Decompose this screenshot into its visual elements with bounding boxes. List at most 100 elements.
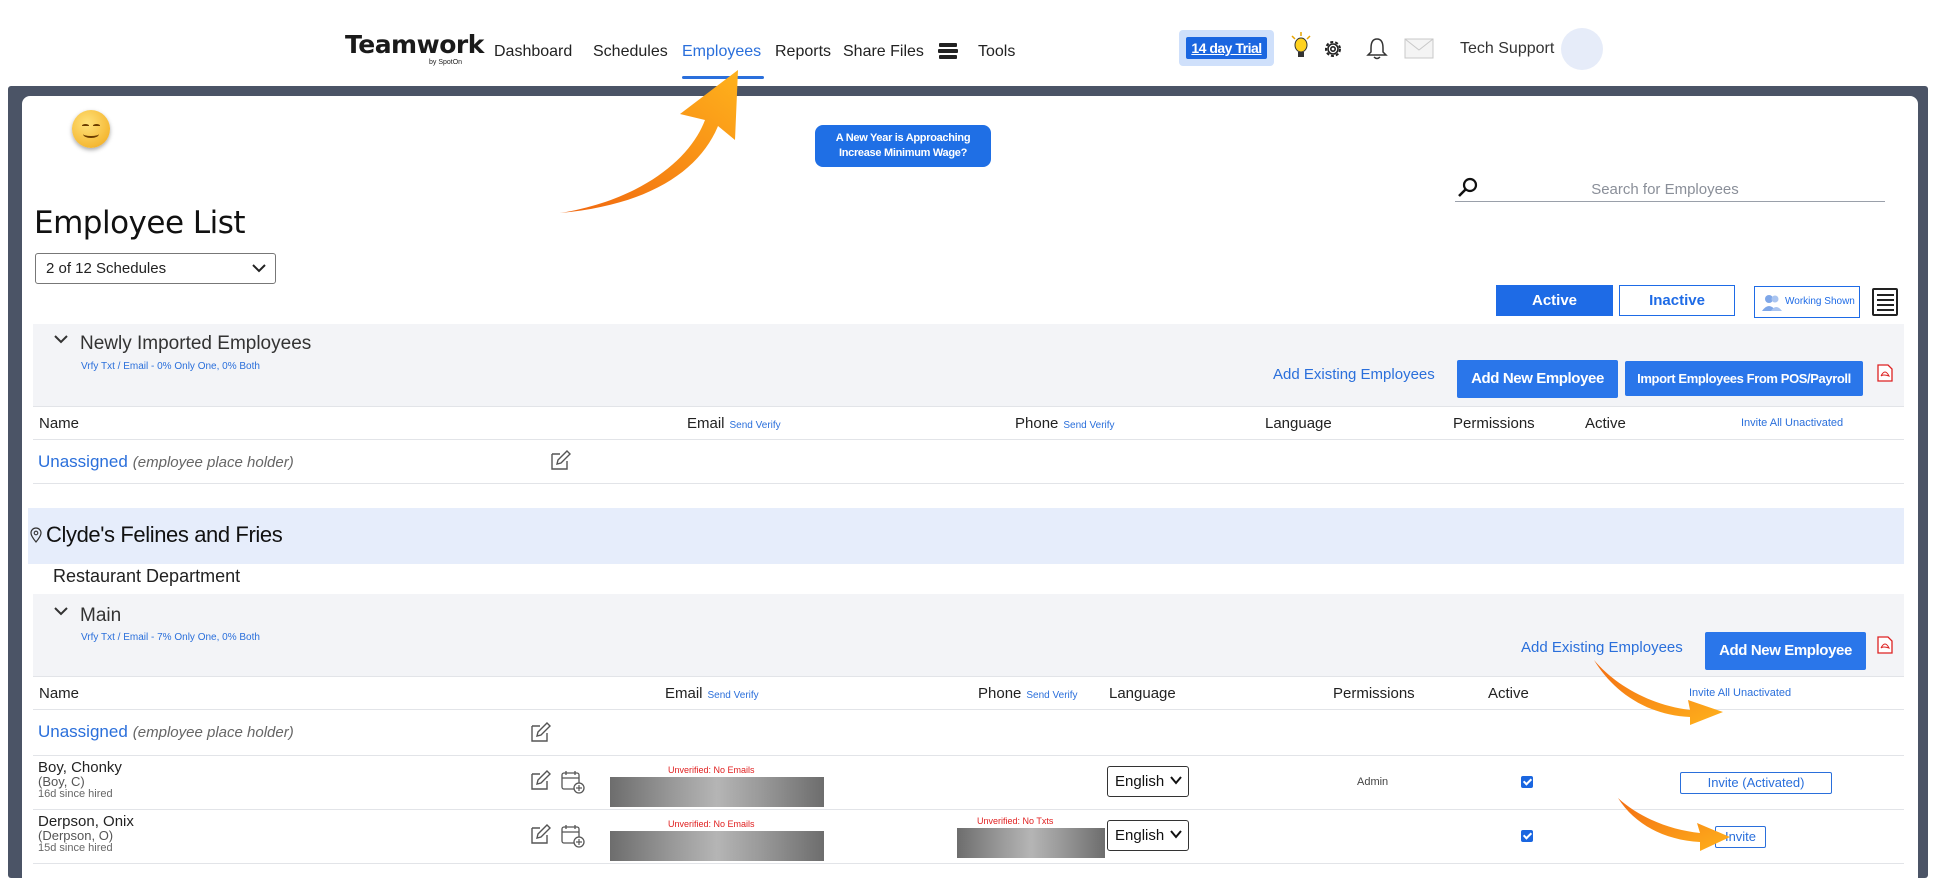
unassigned-label[interactable]: Unassigned (employee place holder) <box>38 452 294 472</box>
location-header: Clyde's Felines and Fries <box>28 508 1904 564</box>
location-name: Clyde's Felines and Fries <box>46 522 283 547</box>
language-value: English <box>1115 827 1165 844</box>
calendar-add-icon[interactable] <box>560 823 586 849</box>
add-existing-employees-link[interactable]: Add Existing Employees <box>1521 639 1683 656</box>
nav-reports[interactable]: Reports <box>775 43 831 61</box>
nav-tools[interactable]: Tools <box>978 43 1015 61</box>
promo-line-2: Increase Minimum Wage? <box>838 147 968 159</box>
language-value: English <box>1115 773 1165 790</box>
calendar-add-icon[interactable] <box>560 769 586 795</box>
chevron-down-icon <box>1170 830 1182 839</box>
smiley-icon <box>72 110 110 148</box>
send-verify-email-link[interactable]: Send Verify <box>708 690 759 701</box>
unassigned-row: Unassigned (employee place holder) <box>33 440 1904 484</box>
trial-button[interactable]: 14 day Trial <box>1186 37 1267 59</box>
employee-hired: 16d since hired <box>38 788 113 800</box>
th-email: Email Send Verify <box>665 685 759 702</box>
edit-icon[interactable] <box>529 770 551 792</box>
group-subtitle: Vrfy Txt / Email - 0% Only One, 0% Both <box>81 361 260 372</box>
employee-name-block: Derpson, Onix (Derpson, O) 15d since hir… <box>38 814 134 855</box>
employee-name[interactable]: Boy, Chonky <box>38 760 122 775</box>
edit-icon[interactable] <box>529 722 551 744</box>
logo-text: Teamwork <box>345 30 484 59</box>
newly-imported-group: Newly Imported Employees Vrfy Txt / Emai… <box>33 324 1904 406</box>
invite-activated-button[interactable]: Invite (Activated) <box>1680 772 1832 794</box>
add-existing-employees-link[interactable]: Add Existing Employees <box>1273 366 1435 383</box>
th-language: Language <box>1265 415 1332 432</box>
chevron-down-icon[interactable] <box>53 606 69 618</box>
send-verify-email-link[interactable]: Send Verify <box>730 420 781 431</box>
send-verify-phone-link[interactable]: Send Verify <box>1026 690 1077 701</box>
phone-status: Unverified: No Txts <box>977 816 1054 826</box>
page-title: Employee List <box>34 205 246 241</box>
user-name[interactable]: Tech Support <box>1460 40 1554 58</box>
active-checkbox[interactable] <box>1521 776 1533 788</box>
nav-dashboard[interactable]: Dashboard <box>494 43 572 61</box>
email-status: Unverified: No Emails <box>668 765 755 775</box>
avatar[interactable] <box>1561 28 1603 70</box>
trial-badge[interactable]: 14 day Trial <box>1179 30 1274 66</box>
language-select[interactable]: English <box>1107 820 1189 851</box>
edit-icon[interactable] <box>549 450 571 472</box>
th-phone-label: Phone <box>1015 415 1059 432</box>
redacted-email <box>610 831 824 861</box>
promo-banner[interactable]: A New Year is Approaching Increase Minim… <box>815 125 991 167</box>
location-pin-icon <box>30 527 42 543</box>
inactive-filter-button[interactable]: Inactive <box>1619 285 1735 316</box>
import-pos-button[interactable]: Import Employees From POS/Payroll <box>1625 361 1863 396</box>
stack-icon[interactable] <box>937 42 959 60</box>
working-shown-label: Working Shown <box>1785 296 1855 307</box>
invite-all-unactivated-link[interactable]: Invite All Unactivated <box>1741 417 1843 429</box>
list-view-icon[interactable] <box>1872 288 1898 316</box>
th-active: Active <box>1488 685 1529 702</box>
schedule-select[interactable]: 2 of 12 Schedules <box>35 253 276 284</box>
th-active: Active <box>1585 415 1626 432</box>
employee-name[interactable]: Derpson, Onix <box>38 814 134 829</box>
gear-icon[interactable] <box>1322 38 1344 60</box>
th-name: Name <box>39 685 80 702</box>
th-phone: Phone Send Verify <box>978 685 1078 702</box>
active-checkbox[interactable] <box>1521 830 1533 842</box>
redacted-email <box>610 777 824 807</box>
invite-all-unactivated-link[interactable]: Invite All Unactivated <box>1689 687 1791 699</box>
bell-icon[interactable] <box>1366 37 1388 61</box>
th-email-label: Email <box>687 415 725 432</box>
employee-row: Boy, Chonky (Boy, C) 16d since hired Unv… <box>33 756 1904 810</box>
chevron-down-icon <box>1170 776 1182 785</box>
employee-name-block: Boy, Chonky (Boy, C) 16d since hired <box>38 760 122 801</box>
search-icon[interactable] <box>1457 176 1479 198</box>
lightbulb-icon[interactable] <box>1290 32 1312 62</box>
permission-label: Admin <box>1357 776 1389 788</box>
logo[interactable]: Teamwork by SpotOn <box>345 30 484 66</box>
mail-icon[interactable] <box>1404 38 1434 60</box>
working-shown-button[interactable]: Working Shown <box>1754 286 1860 318</box>
add-new-employee-button[interactable]: Add New Employee <box>1705 632 1866 670</box>
redacted-phone <box>957 828 1105 858</box>
unassigned-label[interactable]: Unassigned (employee place holder) <box>38 722 294 742</box>
unassigned-name[interactable]: Unassigned <box>38 452 128 471</box>
group-title: Newly Imported Employees <box>80 333 312 354</box>
invite-button[interactable]: Invite <box>1715 826 1766 848</box>
add-new-employee-button[interactable]: Add New Employee <box>1457 360 1618 398</box>
pdf-icon[interactable] <box>1877 364 1893 382</box>
nav-share-files[interactable]: Share Files <box>843 43 924 61</box>
unassigned-name[interactable]: Unassigned <box>38 722 128 741</box>
nav-schedules[interactable]: Schedules <box>593 43 668 61</box>
send-verify-phone-link[interactable]: Send Verify <box>1063 420 1114 431</box>
pdf-icon[interactable] <box>1877 636 1893 654</box>
chevron-down-icon[interactable] <box>53 334 69 346</box>
group-title: Main <box>80 605 122 626</box>
search-input[interactable] <box>1515 181 1815 198</box>
logo-by-text: by SpotOn <box>429 59 463 66</box>
th-phone-label: Phone <box>978 685 1022 702</box>
chevron-down-icon <box>252 264 266 273</box>
nav-employees[interactable]: Employees <box>682 43 761 61</box>
active-filter-button[interactable]: Active <box>1496 285 1613 316</box>
unassigned-row: Unassigned (employee place holder) <box>33 710 1904 756</box>
unassigned-note: (employee place holder) <box>132 724 294 741</box>
edit-icon[interactable] <box>529 824 551 846</box>
language-select[interactable]: English <box>1107 766 1189 797</box>
email-status: Unverified: No Emails <box>668 819 755 829</box>
unassigned-note: (employee place holder) <box>132 454 294 471</box>
th-email: Email Send Verify <box>687 415 781 432</box>
